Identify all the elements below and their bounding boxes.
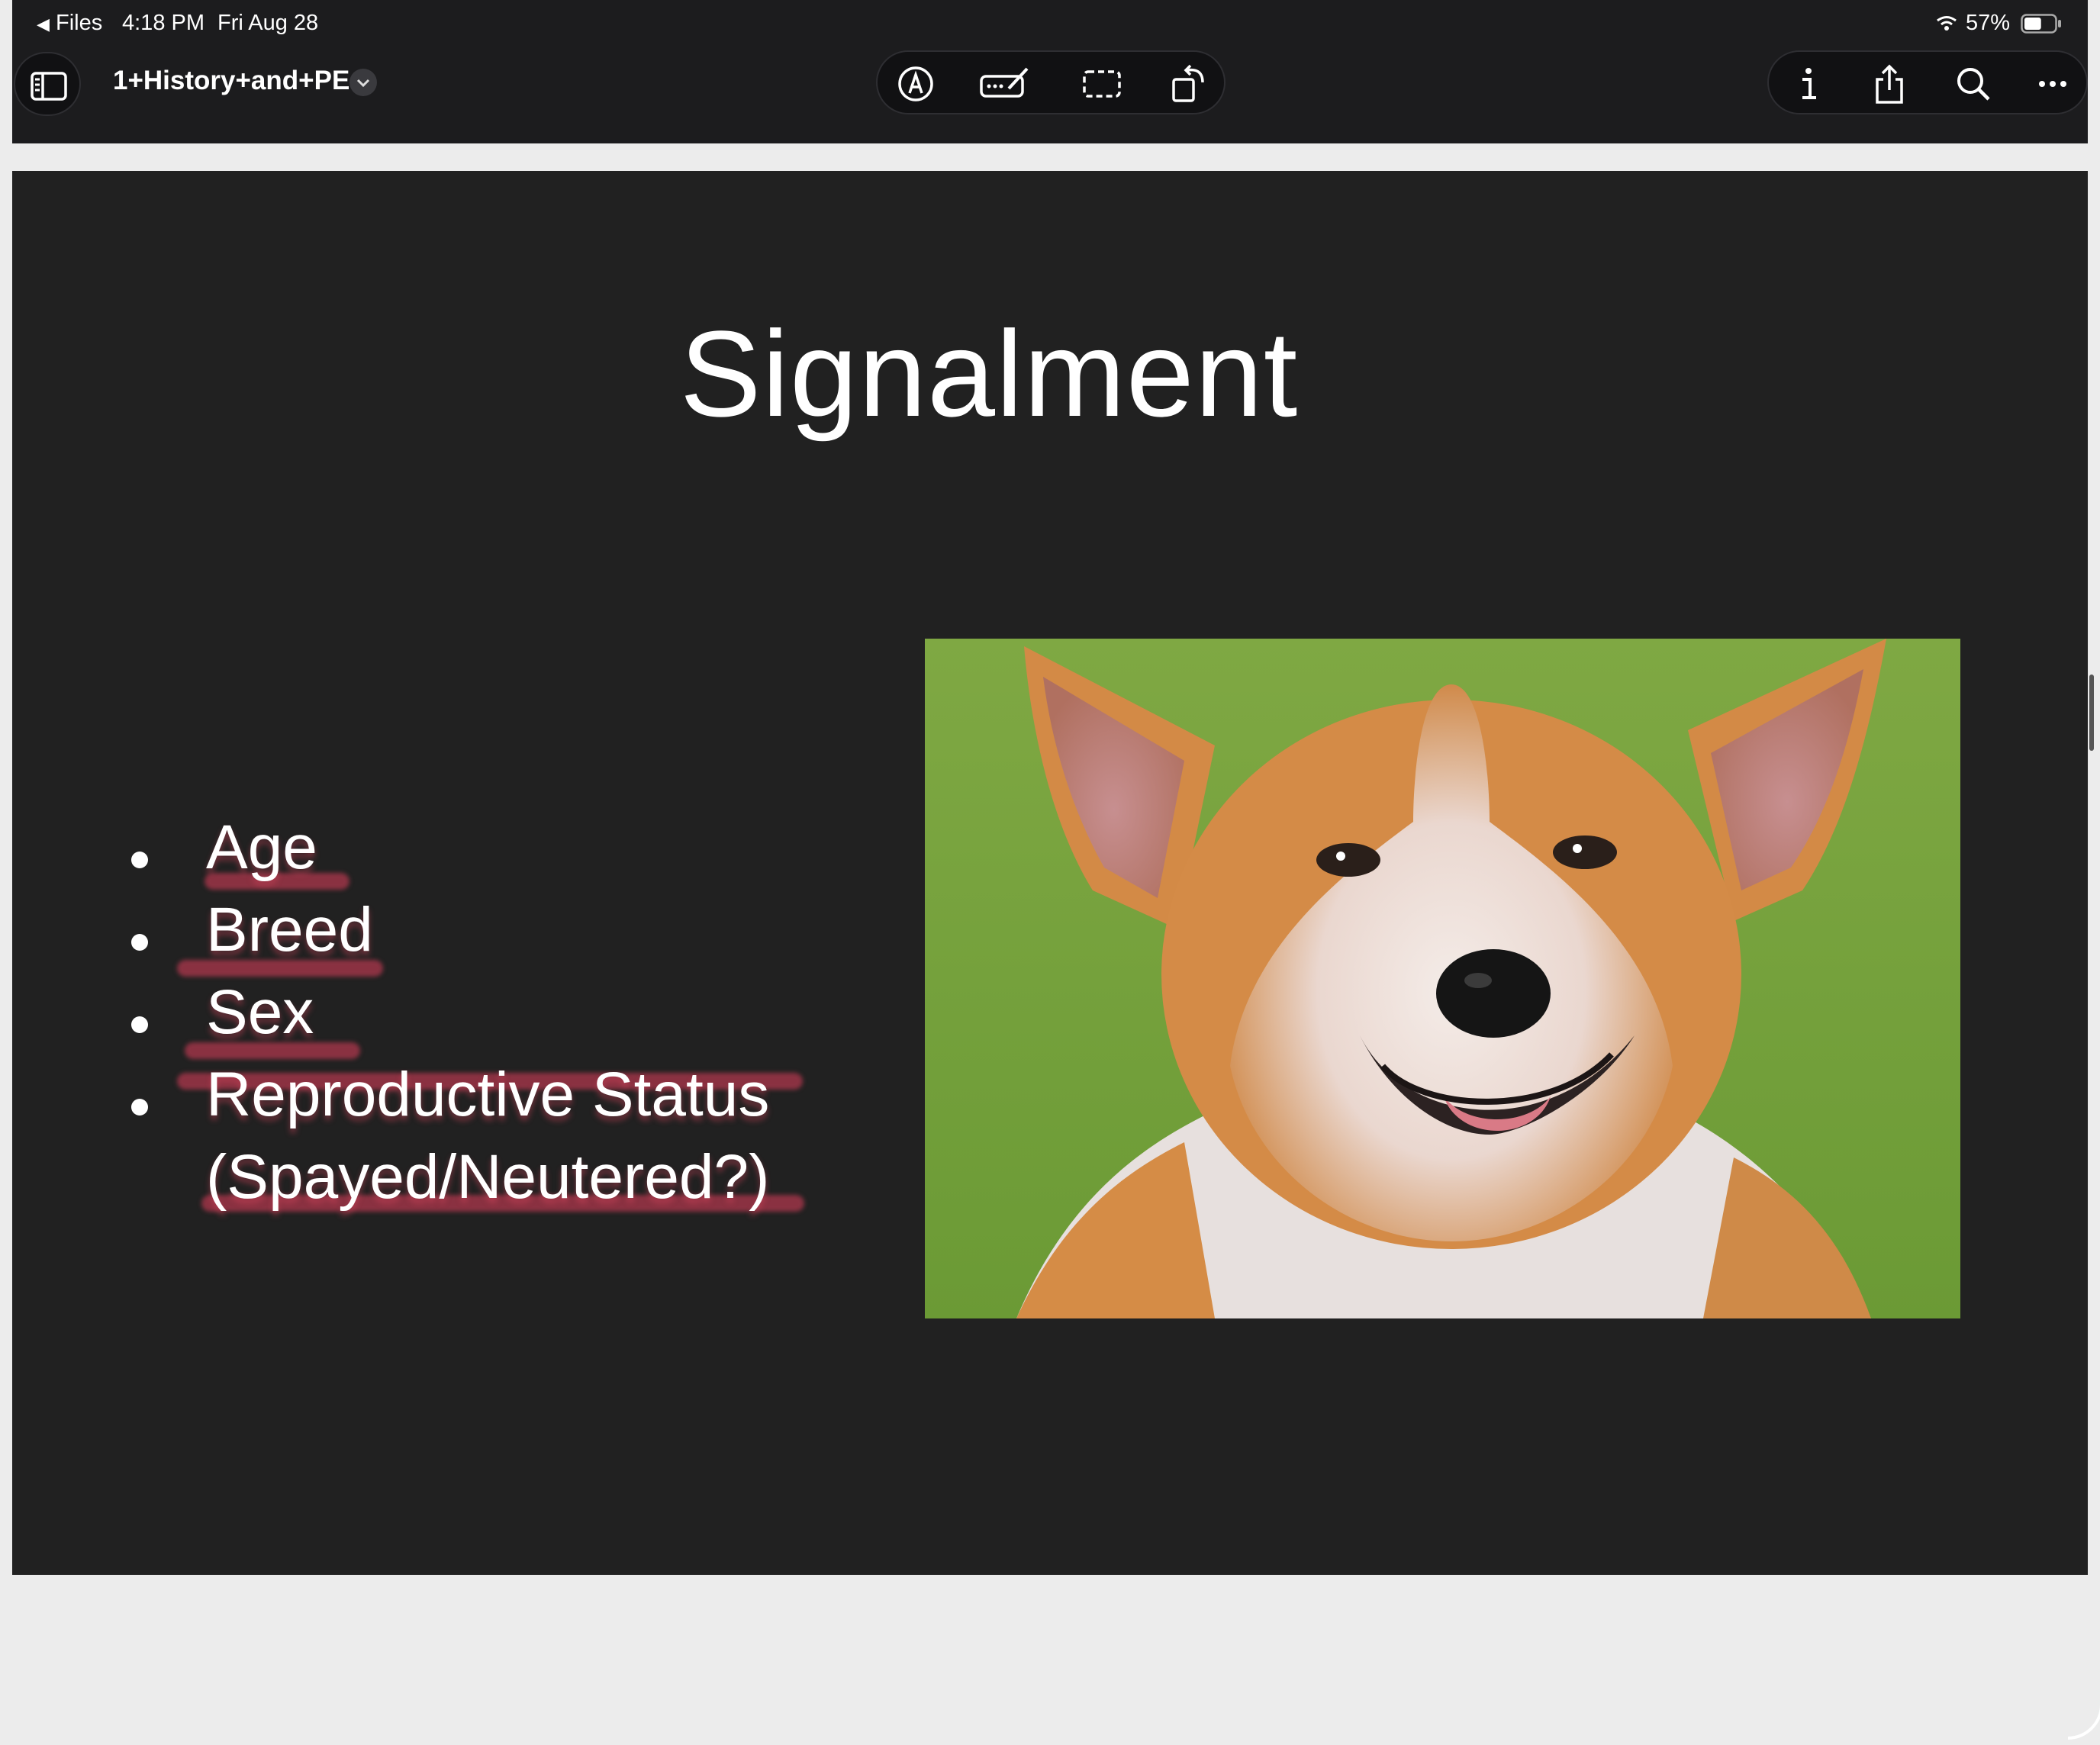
document-title[interactable]: 1+History+and+PE (113, 66, 349, 96)
slide: Signalment Age Breed Sex Reproductive St… (12, 171, 2100, 1740)
bullet-dot (131, 934, 148, 951)
share-icon[interactable] (1868, 63, 1911, 105)
battery-icon (2021, 14, 2061, 34)
status-date: Fri Aug 28 (217, 11, 319, 35)
selection-icon[interactable] (1081, 63, 1123, 105)
status-time: 4:18 PM (122, 11, 205, 35)
sidebar-icon (31, 72, 67, 101)
bullet-text: Breed (206, 895, 373, 964)
markup-tools-group (876, 50, 1226, 114)
corgi-photo (925, 639, 1960, 1318)
document-actions-group (1767, 50, 2088, 114)
more-icon[interactable] (2031, 63, 2074, 105)
chevron-down-icon[interactable] (349, 69, 377, 96)
slide-title: Signalment (679, 305, 1299, 442)
markup-icon[interactable] (894, 63, 937, 105)
back-arrow-icon: ◀ (37, 14, 50, 34)
bullet-text: Sex (206, 977, 314, 1047)
wifi-icon (1937, 16, 1957, 31)
rotate-icon[interactable] (1168, 63, 1210, 105)
info-icon[interactable] (1787, 63, 1830, 105)
bullet-dot (131, 1099, 148, 1116)
back-to-files-link[interactable]: ◀ Files (37, 11, 102, 36)
sidebar-toggle-button[interactable] (14, 52, 81, 116)
bullet-text: Reproductive Status (206, 1060, 770, 1129)
back-label: Files (55, 11, 103, 35)
bullet-text: Age (206, 813, 317, 882)
bullet-text: (Spayed/Neutered?) (206, 1142, 770, 1212)
resize-handle[interactable] (2065, 1702, 2100, 1741)
search-icon[interactable] (1952, 63, 1995, 105)
status-bar: ◀ Files 4:18 PM Fri Aug 28 57% (0, 0, 2100, 47)
bullet-dot (131, 852, 148, 868)
text-input-icon[interactable] (978, 63, 1032, 105)
battery-percent: 57% (1966, 11, 2011, 35)
scrollbar[interactable] (2089, 674, 2094, 751)
bullet-dot (131, 1016, 148, 1033)
